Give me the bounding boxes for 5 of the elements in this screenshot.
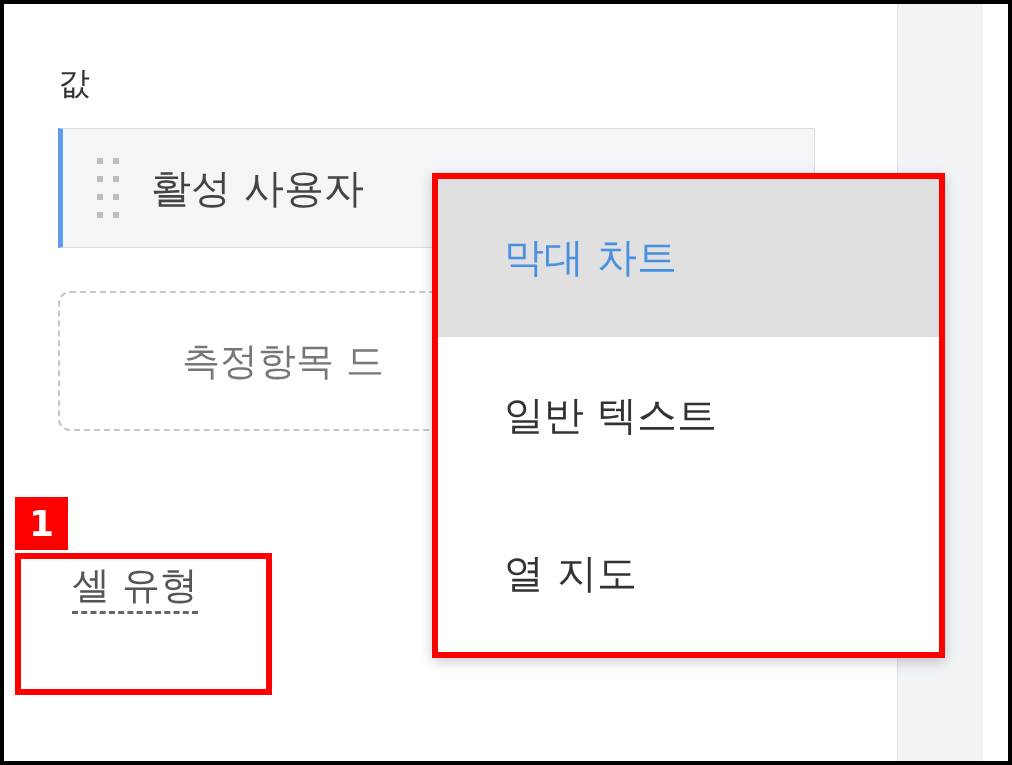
metric-label: 활성 사용자: [151, 163, 364, 213]
annotation-badge: 1: [15, 497, 68, 550]
cell-type-label: 셀 유형: [72, 561, 199, 614]
drop-zone-text: 측정항목 드: [182, 337, 385, 385]
section-label: 값: [58, 64, 90, 103]
